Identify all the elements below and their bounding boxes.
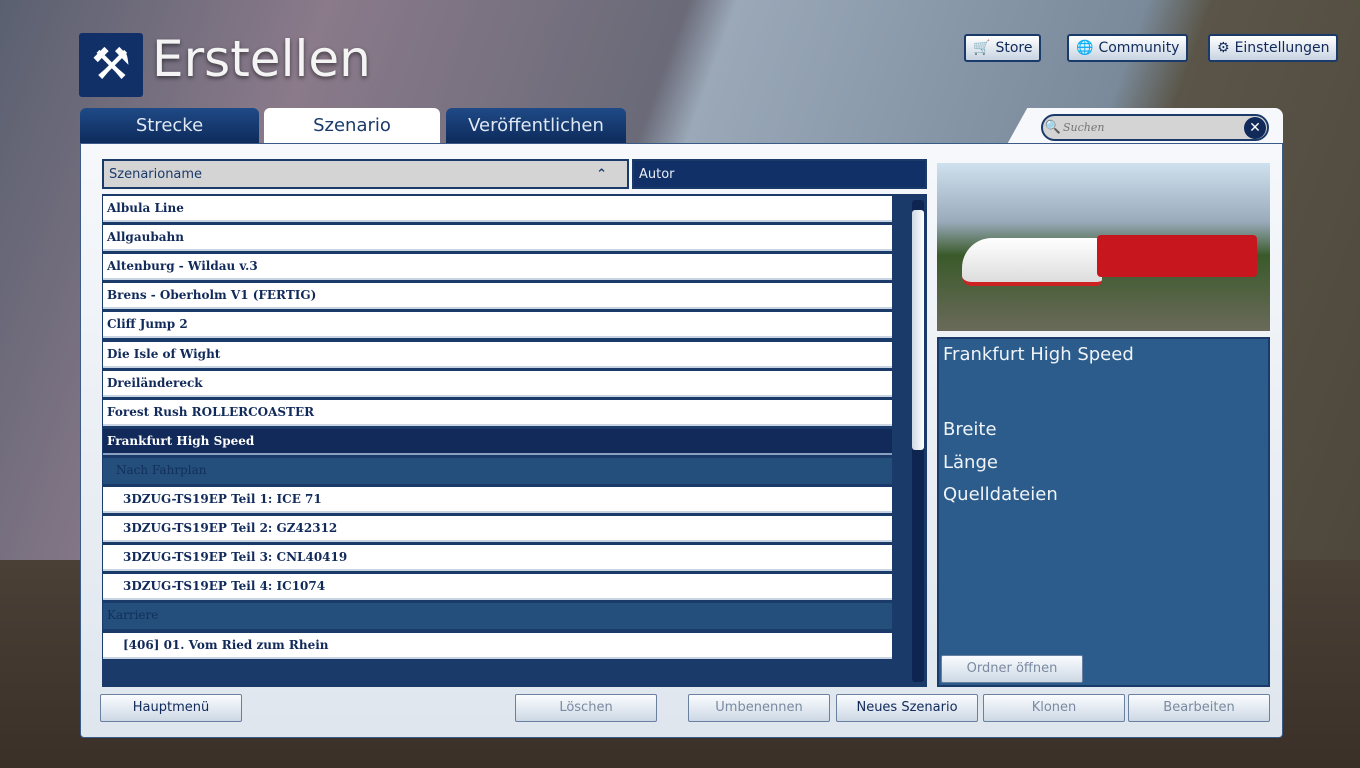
globe-icon: 🌐 — [1076, 40, 1094, 56]
tab-strecke[interactable]: Strecke — [80, 108, 259, 144]
list-item[interactable]: Dreiländereck — [103, 370, 892, 397]
edit-button[interactable]: Bearbeiten — [1128, 694, 1270, 722]
list-group-header[interactable]: Nach Fahrplan — [103, 457, 892, 484]
list-item[interactable]: Forest Rush ROLLERCOASTER — [103, 399, 892, 426]
clear-search-icon[interactable]: ✕ — [1244, 117, 1266, 139]
list-item[interactable]: Cliff Jump 2 — [103, 312, 892, 339]
new-scenario-button[interactable]: Neues Szenario — [836, 694, 978, 722]
settings-label: Einstellungen — [1234, 40, 1330, 56]
delete-button[interactable]: Löschen — [515, 694, 657, 722]
scenario-list: Albula Line Allgaubahn Altenburg - Wildau … — [102, 194, 927, 687]
details-title: Frankfurt High Speed — [943, 344, 1134, 365]
list-item[interactable]: [406] 01. Vom Ried zum Rhein — [103, 632, 892, 659]
cart-icon: 🛒 — [973, 40, 991, 56]
search-box[interactable]: 🔍 ✕ — [1041, 114, 1269, 141]
store-button[interactable]: 🛒 Store — [964, 34, 1042, 62]
main-menu-button[interactable]: Hauptmenü — [100, 694, 242, 722]
search-icon: 🔍 — [1044, 120, 1062, 135]
community-label: Community — [1098, 40, 1180, 56]
community-button[interactable]: 🌐 Community — [1067, 34, 1189, 62]
list-item[interactable]: 3DZUG-TS19EP Teil 2: GZ42312 — [103, 516, 892, 543]
list-item[interactable]: Albula Line — [103, 196, 892, 222]
settings-button[interactable]: ⚙ Einstellungen — [1208, 34, 1339, 62]
list-item[interactable]: Brens - Oberholm V1 (FERTIG) — [103, 283, 892, 310]
list-item[interactable]: Altenburg - Wildau v.3 — [103, 254, 892, 281]
list-item[interactable]: 3DZUG-TS19EP Teil 3: CNL40419 — [103, 545, 892, 572]
details-breite: Breite — [943, 419, 997, 440]
tab-veroeffentlichen[interactable]: Veröffentlichen — [446, 108, 626, 144]
ice-train-image — [962, 238, 1102, 286]
rename-button[interactable]: Umbenennen — [688, 694, 830, 722]
tab-szenario[interactable]: Szenario — [264, 108, 440, 145]
page-title: Erstellen — [152, 30, 371, 88]
search-input[interactable] — [1063, 121, 1243, 134]
scrollbar[interactable] — [912, 200, 924, 682]
list-item[interactable]: Allgaubahn — [103, 225, 892, 252]
red-train-image — [1097, 235, 1257, 277]
scrollbar-thumb[interactable] — [912, 210, 924, 450]
route-preview-image — [937, 163, 1270, 331]
list-item[interactable]: 3DZUG-TS19EP Teil 1: ICE 71 — [103, 487, 892, 513]
column-header-author[interactable]: Autor — [632, 159, 927, 189]
details-panel: Frankfurt High Speed Breite Länge Quelld… — [937, 337, 1270, 687]
list-item[interactable]: 3DZUG-TS19EP Teil 4: IC1074 — [103, 574, 892, 601]
gear-icon: ⚙ — [1217, 40, 1230, 56]
store-label: Store — [995, 40, 1033, 56]
list-item[interactable]: Die Isle of Wight — [103, 341, 892, 368]
details-laenge: Länge — [943, 452, 998, 473]
clone-button[interactable]: Klonen — [983, 694, 1125, 722]
column-name-label: Szenarioname — [109, 166, 203, 182]
column-header-name[interactable]: Szenarioname ⌃ — [102, 159, 629, 189]
open-folder-button[interactable]: Ordner öffnen — [941, 655, 1083, 683]
details-quelldateien: Quelldateien — [943, 484, 1058, 505]
hammer-track-icon: ⚒ — [79, 33, 143, 97]
sort-ascending-icon: ⌃ — [596, 166, 607, 182]
list-group-header[interactable]: Karriere — [103, 603, 892, 630]
list-item[interactable]: Frankfurt High Speed — [103, 428, 892, 455]
